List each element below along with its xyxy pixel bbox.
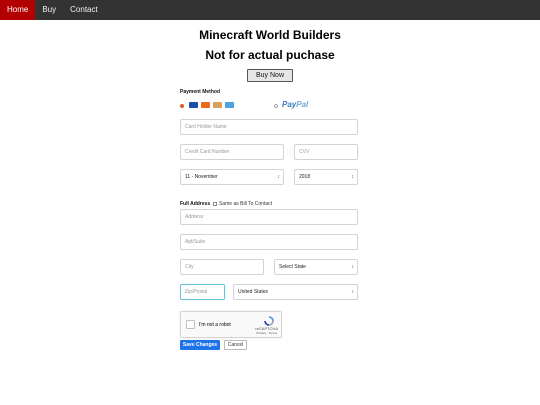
amex-card-icon xyxy=(225,102,234,108)
mastercard-icon xyxy=(201,102,210,108)
page-title: Minecraft World Builders xyxy=(199,28,341,42)
same-as-bill-label: Same as Bill To Contact xyxy=(219,201,272,207)
nav-contact[interactable]: Contact xyxy=(63,0,105,20)
paypal-pal-text: Pal xyxy=(296,100,309,109)
city-input[interactable]: City xyxy=(180,259,264,275)
paypal-radio[interactable] xyxy=(274,104,278,108)
zip-input[interactable]: Zip/Postal xyxy=(180,284,225,300)
paypal-pay-text: Pay xyxy=(282,100,297,109)
cvv-input[interactable]: CVV xyxy=(294,144,358,160)
nav-home[interactable]: Home xyxy=(0,0,36,20)
address-input[interactable]: Address xyxy=(180,209,358,225)
full-address-heading: Full Address xyxy=(180,201,211,207)
recaptcha-logo-icon xyxy=(264,316,274,326)
expiry-year-value: 2018 xyxy=(299,174,311,180)
expiry-month-value: 11 - November xyxy=(185,174,218,180)
recaptcha-checkbox[interactable] xyxy=(186,320,195,329)
expiry-month-select[interactable]: 11 - November ↕ xyxy=(180,169,284,185)
save-changes-button[interactable]: Save Changes xyxy=(180,340,220,350)
recaptcha-widget: I'm not a robot reCAPTCHA Privacy - Term… xyxy=(180,311,282,338)
nav-buy[interactable]: Buy xyxy=(35,0,63,20)
chevron-updown-icon: ↕ xyxy=(351,289,355,295)
payment-method-heading: Payment Method xyxy=(180,89,221,95)
country-select[interactable]: United States ↕ xyxy=(233,284,358,300)
same-as-bill-checkbox[interactable] xyxy=(213,202,217,206)
cancel-button[interactable]: Cancel xyxy=(224,340,247,350)
buy-now-button[interactable]: Buy Now xyxy=(247,69,293,82)
page-subtitle: Not for actual puchase xyxy=(205,48,335,62)
recaptcha-label: I'm not a robot xyxy=(199,322,231,328)
state-value: Select State xyxy=(279,264,306,270)
recaptcha-brand: reCAPTCHA Privacy - Terms xyxy=(255,327,278,336)
card-payment-radio[interactable] xyxy=(180,104,184,108)
chevron-updown-icon: ↕ xyxy=(277,174,281,180)
state-select[interactable]: Select State ↕ xyxy=(274,259,358,275)
paypal-logo: PayPal xyxy=(282,100,308,109)
top-navigation: Home Buy Contact xyxy=(0,0,540,20)
chevron-updown-icon: ↕ xyxy=(351,174,355,180)
discover-card-icon xyxy=(213,102,222,108)
apt-suite-input[interactable]: Apt/Suite xyxy=(180,234,358,250)
chevron-updown-icon: ↕ xyxy=(351,264,355,270)
country-value: United States xyxy=(238,289,269,295)
card-number-input[interactable]: Credit Card Number xyxy=(180,144,284,160)
recaptcha-terms[interactable]: Privacy - Terms xyxy=(255,331,278,335)
visa-card-icon xyxy=(189,102,198,108)
expiry-year-select[interactable]: 2018 ↕ xyxy=(294,169,358,185)
card-holder-input[interactable]: Card Holder Name xyxy=(180,119,358,135)
